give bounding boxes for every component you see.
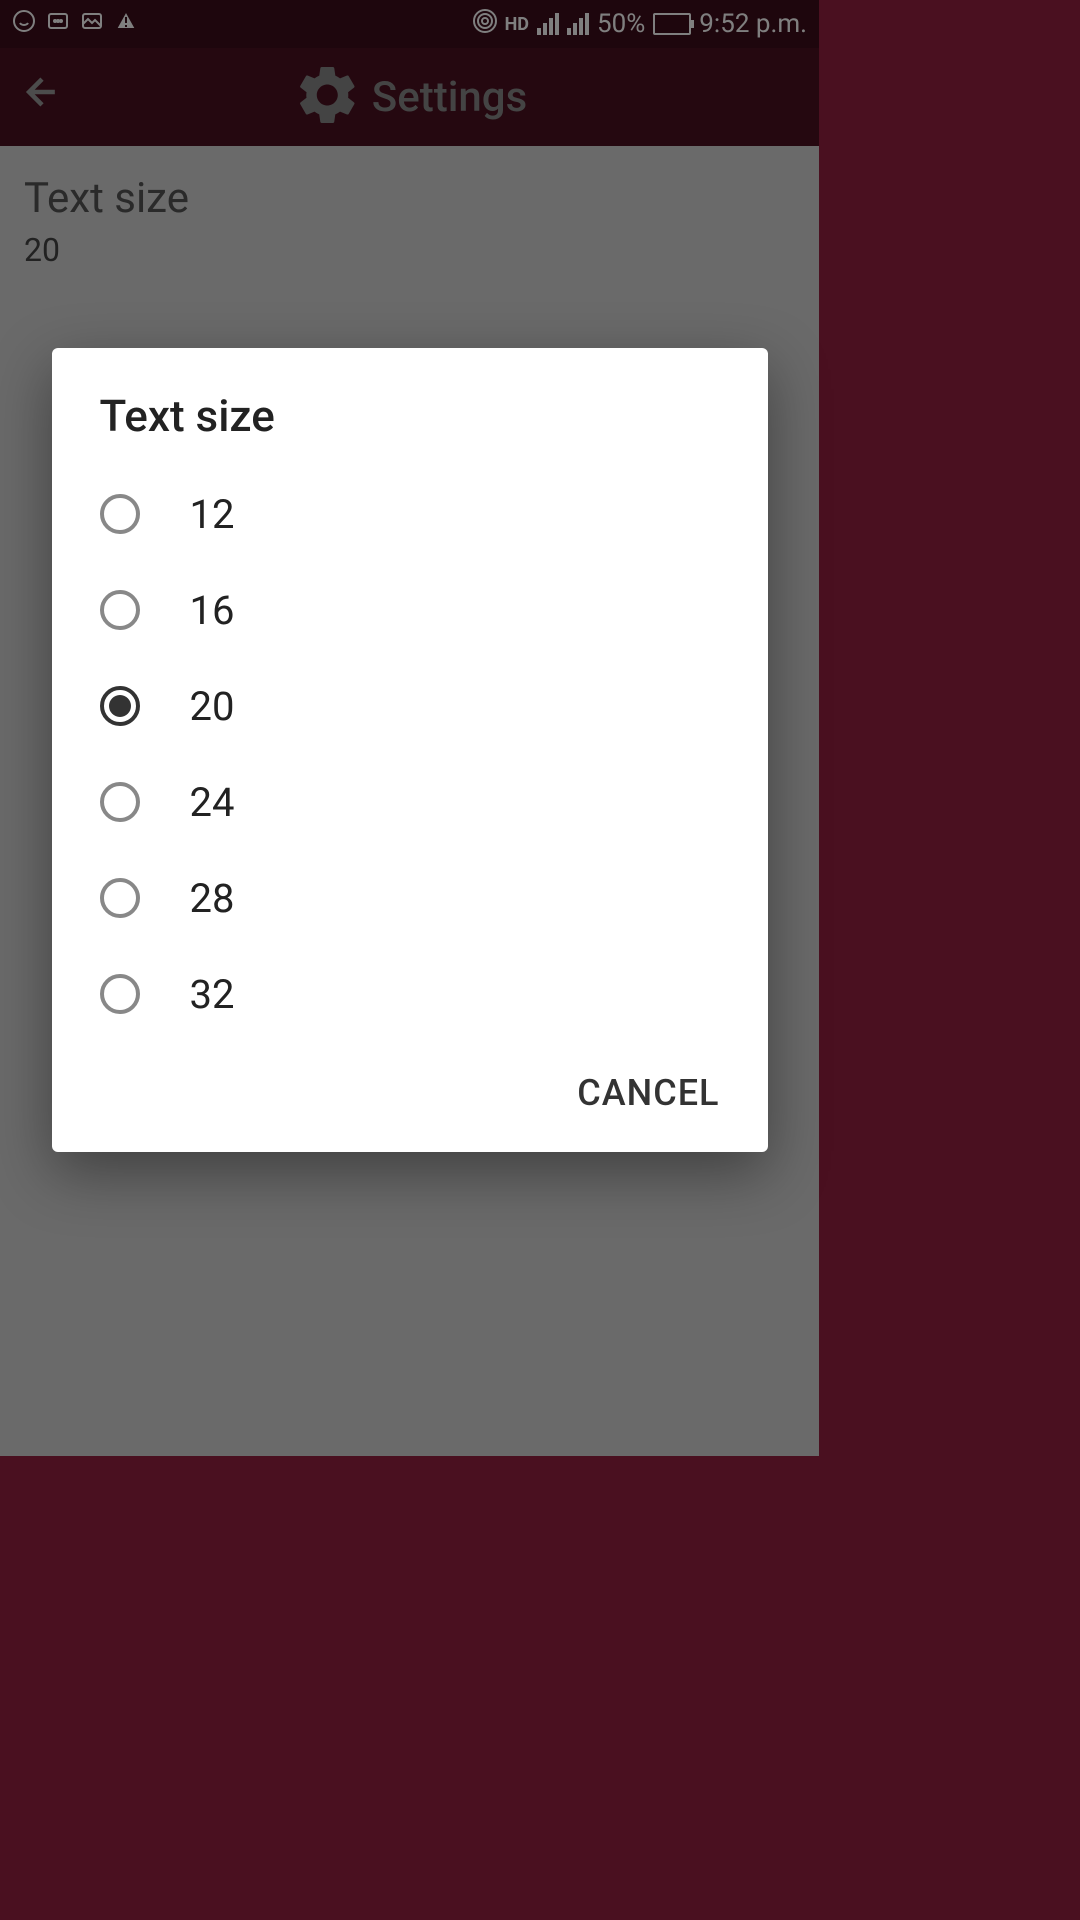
radio-option-28[interactable]: 28 (52, 850, 768, 946)
radio-option-32[interactable]: 32 (52, 946, 768, 1042)
radio-icon (100, 494, 140, 534)
radio-icon (100, 590, 140, 630)
radio-label: 32 (190, 971, 235, 1018)
radio-group: 12 16 20 24 28 32 (52, 466, 768, 1042)
radio-label: 24 (190, 779, 235, 826)
text-size-dialog: Text size 12 16 20 24 28 32 CANCEL (52, 348, 768, 1152)
dialog-actions: CANCEL (52, 1042, 768, 1124)
radio-label: 20 (190, 683, 235, 730)
radio-icon (100, 686, 140, 726)
radio-icon (100, 974, 140, 1014)
radio-option-20[interactable]: 20 (52, 658, 768, 754)
radio-option-12[interactable]: 12 (52, 466, 768, 562)
dialog-title: Text size (52, 390, 768, 466)
radio-label: 16 (190, 587, 235, 634)
dialog-overlay[interactable]: Text size 12 16 20 24 28 32 CANCEL (0, 0, 819, 1456)
cancel-button[interactable]: CANCEL (577, 1072, 719, 1114)
radio-icon (100, 878, 140, 918)
radio-label: 28 (190, 875, 235, 922)
radio-option-24[interactable]: 24 (52, 754, 768, 850)
radio-option-16[interactable]: 16 (52, 562, 768, 658)
radio-label: 12 (190, 491, 235, 538)
radio-icon (100, 782, 140, 822)
